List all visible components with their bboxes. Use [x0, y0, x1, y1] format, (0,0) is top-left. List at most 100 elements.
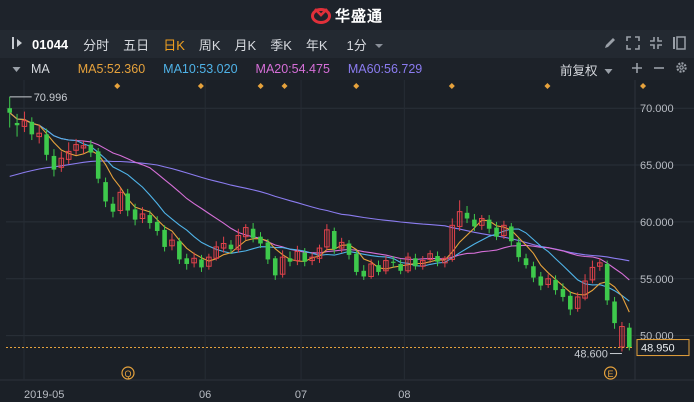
- event-diamond: [281, 83, 288, 89]
- chart-grid: [0, 80, 694, 381]
- event-diamond: [353, 83, 360, 89]
- date-tick-label: 06: [199, 389, 211, 401]
- event-letter: E: [608, 369, 614, 379]
- candle-body-down: [125, 193, 130, 211]
- candle-body-down: [568, 295, 573, 310]
- candle-body-down: [376, 265, 381, 272]
- candle-body-down: [538, 276, 544, 286]
- candle-body-down: [523, 258, 529, 266]
- interval-label: 1分: [346, 37, 367, 53]
- adjust-label: 前复权: [560, 63, 598, 78]
- candles: [7, 96, 632, 352]
- drag-handle-icon[interactable]: [0, 36, 28, 53]
- ma20-value: MA20:54.475: [255, 62, 330, 76]
- ma10-line: [9, 112, 630, 302]
- candle-body-down: [44, 134, 49, 155]
- event-marker-row: [114, 83, 647, 89]
- date-tick-label: 07: [295, 389, 307, 401]
- shrink-icon[interactable]: [649, 36, 663, 53]
- candle-body-down: [272, 258, 278, 276]
- candle-body-down: [516, 242, 521, 258]
- event-letter: Q: [124, 369, 131, 379]
- candle-body-down: [354, 253, 359, 272]
- candle-body-down: [346, 243, 352, 255]
- ma10-value: MA10:53.020: [163, 62, 238, 76]
- title-bar: 华盛通: [0, 0, 694, 30]
- layout-icon[interactable]: [672, 35, 686, 53]
- indicator-bar: MA MA5:52.360 MA10:53.020 MA20:54.475 MA…: [0, 58, 694, 80]
- ma5-value: MA5:52.360: [77, 62, 146, 76]
- candle-body-down: [162, 229, 167, 247]
- candle-body-down: [51, 155, 57, 170]
- candle-body-down: [103, 182, 108, 202]
- chevron-down-icon: [375, 43, 384, 48]
- kline-chart[interactable]: 70.00065.00060.00055.00050.000 2019-05 06…: [0, 80, 694, 402]
- chevron-down-icon: [604, 68, 613, 74]
- event-marker-e: E: [603, 366, 618, 380]
- date-tick-label: 2019-05: [24, 389, 64, 401]
- brand-logo: 华盛通: [310, 5, 383, 26]
- gear-icon[interactable]: [675, 61, 688, 77]
- candle-body-down: [531, 266, 536, 278]
- event-diamond: [544, 83, 551, 89]
- candle-body-down: [250, 228, 256, 238]
- candle-body-down: [604, 263, 610, 301]
- candle-body-down: [88, 144, 94, 153]
- candle-body-down: [302, 252, 308, 262]
- candle-body-down: [361, 270, 367, 277]
- candle-body-down: [95, 151, 101, 179]
- candle-body-down: [14, 122, 20, 126]
- add-icon[interactable]: [631, 62, 643, 77]
- candle-body-down: [132, 209, 138, 220]
- candle-body-down: [435, 256, 440, 262]
- candle-body-down: [413, 258, 418, 267]
- interval-select[interactable]: 1分: [335, 35, 392, 54]
- tab-intraday[interactable]: 分时: [76, 35, 116, 54]
- price-tick-label: 65.000: [640, 160, 674, 172]
- tab-daily-k[interactable]: 日K: [156, 35, 192, 54]
- event-diamond: [640, 83, 647, 89]
- candle-body-down: [258, 236, 263, 244]
- candle-body-down: [29, 121, 35, 135]
- indicator-name[interactable]: MA: [31, 62, 50, 76]
- candle-body-down: [177, 241, 182, 260]
- price-tick-label: 60.000: [640, 217, 674, 229]
- tab-monthly-k[interactable]: 月K: [228, 35, 264, 54]
- candle-body-down: [228, 244, 234, 250]
- candle-body-down: [627, 327, 632, 348]
- tab-yearly-k[interactable]: 年K: [299, 35, 335, 54]
- adjust-select[interactable]: 前复权: [560, 60, 613, 79]
- candle-body-down: [464, 212, 470, 219]
- candle-body-down: [7, 108, 12, 113]
- event-diamond: [197, 83, 204, 89]
- candle-body-down: [472, 219, 477, 227]
- date-tick-label: 08: [398, 389, 410, 401]
- pen-icon[interactable]: [603, 36, 617, 53]
- ma60-value: MA60:56.729: [347, 62, 423, 76]
- candle-body-down: [110, 203, 116, 212]
- candle-body-down: [398, 263, 403, 271]
- candle-body-down: [331, 231, 337, 250]
- price-tick-label: 55.000: [640, 274, 674, 286]
- collapse-icon[interactable]: [0, 62, 31, 76]
- price-tick-label: 70.000: [640, 103, 674, 115]
- candle-body-down: [265, 242, 271, 260]
- tab-weekly-k[interactable]: 周K: [192, 35, 228, 54]
- candle-body-down: [199, 259, 204, 268]
- ma5-line: [9, 112, 630, 313]
- minus-icon[interactable]: [653, 62, 665, 77]
- min-price-label: 48.600: [574, 349, 608, 361]
- tab-quarterly-k[interactable]: 季K: [263, 35, 299, 54]
- candle-body-down: [287, 258, 293, 262]
- max-price-label: 70.996: [34, 92, 68, 104]
- candle-body-down: [612, 301, 617, 324]
- candle-body-down: [509, 226, 514, 242]
- expand-icon[interactable]: [626, 35, 640, 53]
- price-axis: 70.00065.00060.00055.00050.000: [640, 103, 674, 342]
- event-marker-q: Q: [121, 366, 135, 380]
- candle-body-down: [560, 288, 566, 297]
- candle-body-down: [184, 258, 190, 264]
- candle-body-down: [486, 219, 492, 229]
- stock-symbol: 01044: [32, 36, 69, 52]
- tab-five-day[interactable]: 五日: [116, 35, 156, 54]
